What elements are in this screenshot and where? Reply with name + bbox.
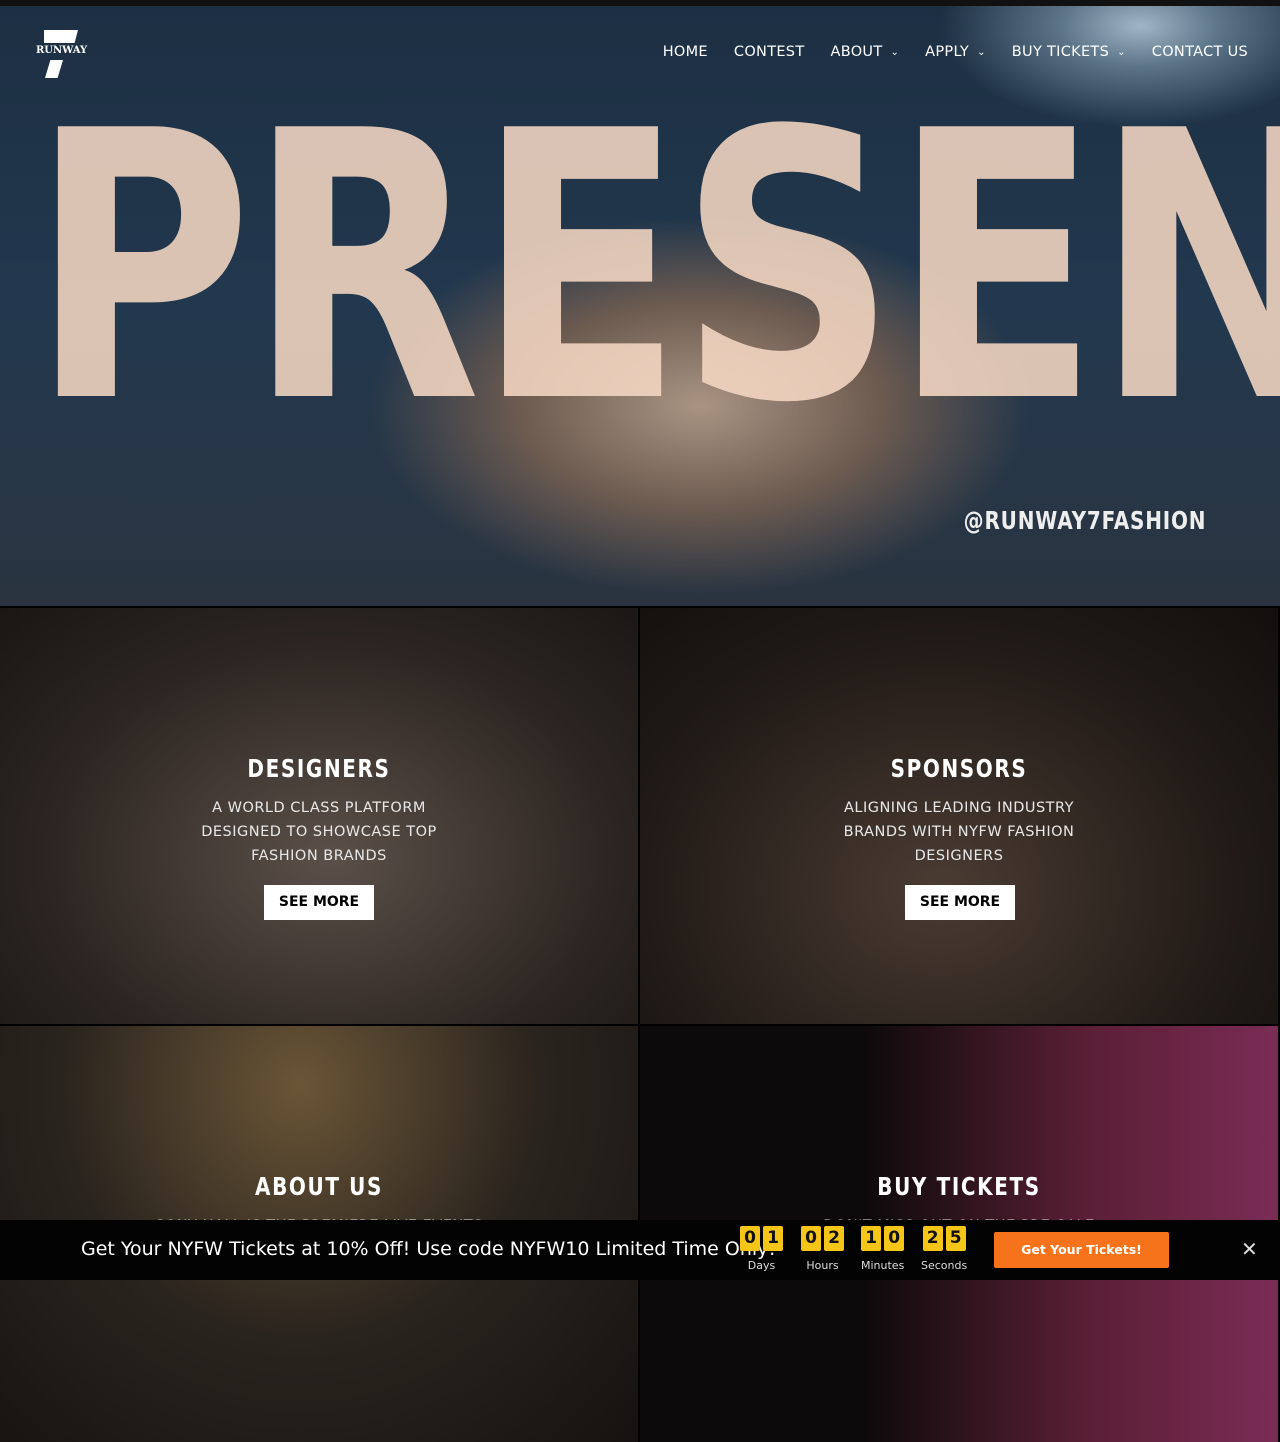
tile-title: ABOUT US — [254, 1172, 384, 1201]
nav-contest[interactable]: CONTEST — [734, 44, 805, 60]
sponsors-see-more-button[interactable]: SEE MORE — [905, 885, 1015, 920]
tile-title: DESIGNERS — [247, 754, 391, 783]
countdown-seconds: 25 Seconds — [921, 1226, 967, 1272]
countdown-label: Seconds — [921, 1259, 968, 1272]
digit: 0 — [884, 1226, 905, 1251]
tile-text: A WORLD CLASS PLATFORM DESIGNED TO SHOWC… — [201, 800, 437, 864]
chevron-down-icon: ⌄ — [1117, 46, 1126, 58]
countdown-hours: 02 Hours — [801, 1226, 844, 1272]
nav-label: CONTEST — [733, 44, 805, 60]
digit: 2 — [824, 1226, 844, 1251]
social-handle: @RUNWAY7FASHION — [963, 506, 1206, 535]
close-icon[interactable]: ✕ — [1241, 1237, 1258, 1261]
promo-text: Get Your NYFW Tickets at 10% Off! Use co… — [81, 1238, 777, 1260]
digit: 0 — [801, 1226, 821, 1251]
chevron-down-icon: ⌄ — [977, 46, 986, 58]
main-nav: HOME CONTEST ABOUT ⌄ APPLY ⌄ BUY TICKETS ⌄ … — [663, 44, 1248, 60]
countdown-minutes: 10 Minutes — [861, 1226, 904, 1272]
digit: 1 — [763, 1226, 783, 1251]
countdown-label: Days — [747, 1259, 776, 1272]
nav-about[interactable]: ABOUT ⌄ — [830, 44, 899, 60]
hero-headline: PRESENTS — [30, 54, 1280, 484]
digit: 2 — [922, 1226, 943, 1251]
nav-label: HOME — [662, 44, 708, 60]
nav-label: BUY TICKETS — [1011, 44, 1110, 60]
runway7-logo[interactable]: RUNWAY — [36, 30, 88, 78]
tile-text: ALIGNING LEADING INDUSTRY BRANDS WITH NY… — [843, 800, 1075, 864]
nav-apply[interactable]: APPLY ⌄ — [925, 44, 986, 60]
logo-seven-bottom — [45, 60, 63, 78]
countdown-days: 01 Days — [740, 1226, 783, 1272]
nav-label: ABOUT — [830, 44, 883, 60]
countdown-label: Hours — [806, 1259, 839, 1272]
nav-contact-us[interactable]: CONTACT US — [1152, 44, 1248, 60]
digit: 1 — [861, 1226, 882, 1251]
hero-banner: PRESENTS @RUNWAY7FASHION — [0, 6, 1280, 606]
chevron-down-icon: ⌄ — [890, 46, 900, 58]
designers-see-more-button[interactable]: SEE MORE — [264, 885, 374, 920]
digit: 5 — [945, 1226, 966, 1251]
tile-title: SPONSORS — [890, 754, 1028, 783]
tile-title: BUY TICKETS — [877, 1172, 1041, 1201]
get-tickets-button[interactable]: Get Your Tickets! — [994, 1232, 1169, 1268]
logo-seven-top — [44, 30, 78, 43]
nav-buy-tickets[interactable]: BUY TICKETS ⌄ — [1012, 44, 1126, 60]
tile-sponsors: SPONSORS ALIGNING LEADING INDUSTRY BRAND… — [640, 608, 1278, 1024]
countdown-label: Minutes — [861, 1259, 905, 1272]
nav-label: APPLY — [925, 44, 970, 60]
tile-designers: DESIGNERS A WORLD CLASS PLATFORM DESIGNE… — [0, 608, 638, 1024]
digit: 0 — [740, 1226, 760, 1251]
nav-home[interactable]: HOME — [663, 44, 708, 60]
logo-text: RUNWAY — [36, 45, 88, 56]
promo-bar: Get Your NYFW Tickets at 10% Off! Use co… — [0, 1220, 1280, 1280]
nav-label: CONTACT US — [1151, 44, 1248, 60]
